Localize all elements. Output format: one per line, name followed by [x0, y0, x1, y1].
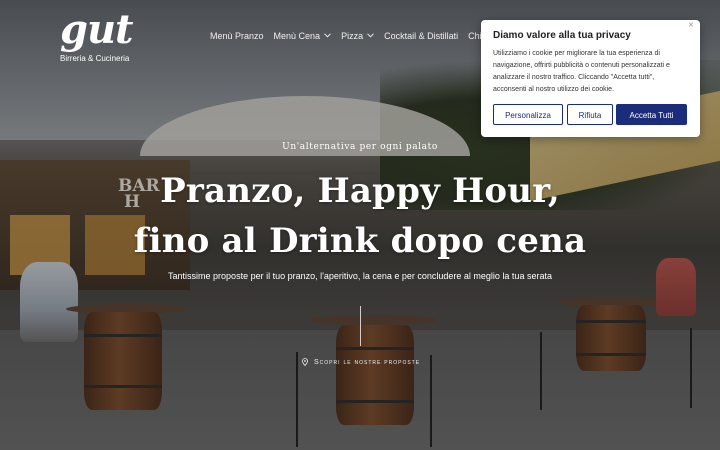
chevron-down-icon — [367, 32, 374, 40]
menu-item-label: Cocktail & Distillati — [384, 31, 459, 41]
logo-subtitle: Birreria & Cucineria — [60, 54, 130, 63]
menu-item-cocktail[interactable]: Cocktail & Distillati — [384, 31, 458, 41]
menu-item-label: Pizza — [341, 31, 364, 41]
menu-item-pizza[interactable]: Pizza — [341, 31, 374, 41]
hero-tagline: Un'alternativa per ogni palato — [282, 142, 438, 152]
customize-button[interactable]: Personalizza — [493, 104, 563, 125]
hero-headline-line: Pranzo, Happy Hour, — [160, 171, 560, 211]
cookie-title: Diamo valore alla tua privacy — [493, 30, 631, 41]
discover-link[interactable]: Scopri le nostre proposte — [302, 358, 421, 367]
close-icon[interactable]: × — [686, 21, 696, 31]
site-logo[interactable]: gut Birreria & Cucineria — [60, 6, 150, 64]
cookie-consent-dialog: × Diamo valore alla tua privacy Utilizzi… — [481, 20, 700, 137]
scroll-indicator-line — [360, 306, 361, 346]
hero-subline: Tantissime proposte per il tuo pranzo, l… — [168, 271, 552, 281]
menu-item-pranzo[interactable]: Menù Pranzo — [210, 31, 264, 41]
accept-all-button[interactable]: Accetta Tutti — [616, 104, 687, 125]
cookie-body-text: Utilizziamo i cookie per migliorare la t… — [493, 50, 670, 93]
menu-item-label: Menù Cena — [273, 31, 321, 41]
logo-wordmark: gut — [60, 6, 134, 53]
hero-headline-line: fino al Drink dopo cena — [133, 221, 587, 261]
discover-label: Scopri le nostre proposte — [314, 358, 421, 366]
location-pin-icon — [302, 358, 308, 367]
hero-headline: Pranzo, Happy Hour, fino al Drink dopo c… — [0, 166, 720, 266]
main-menu: Menù Pranzo Menù Cena Pizza Cocktail & D… — [210, 31, 520, 41]
reject-button[interactable]: Rifiuta — [567, 104, 613, 125]
menu-item-label: Menù Pranzo — [210, 31, 264, 41]
chevron-down-icon — [324, 32, 331, 40]
menu-item-cena[interactable]: Menù Cena — [274, 31, 332, 41]
